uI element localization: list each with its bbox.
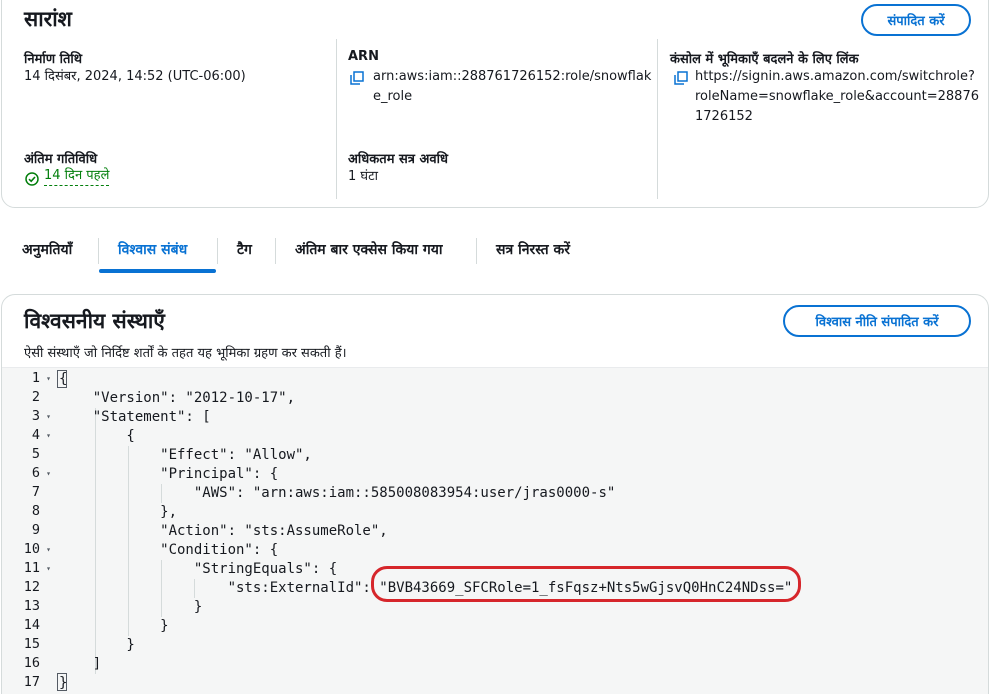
copy-icon[interactable]	[350, 71, 364, 85]
code-line: ]	[59, 656, 102, 672]
trusted-entities-description: ऐसी संस्थाएँ जो निर्दिष्ट शर्तों के तहत …	[24, 346, 347, 361]
line-number-text: 2	[31, 389, 40, 405]
tab-revoke-sessions[interactable]: सत्र निरस्त करें	[496, 240, 570, 259]
edit-trust-policy-button[interactable]: विश्वास नीति संपादित करें	[783, 305, 971, 337]
trusted-entities-card: विश्वसनीय संस्थाएँ विश्वास नीति संपादित …	[1, 294, 989, 694]
code-line: },	[59, 504, 178, 520]
max-session-value: 1 घंटा	[348, 169, 379, 184]
line-number-text: 15	[23, 636, 40, 652]
tab-last-accessed[interactable]: अंतिम बार एक्सेस किया गया	[295, 240, 442, 259]
fold-arrow-icon[interactable]: ▾	[46, 431, 51, 440]
line-number-text: 7	[31, 484, 40, 500]
code-line: "StringEquals": {	[59, 561, 338, 577]
line-number: 15	[2, 636, 54, 655]
line-number-text: 11	[23, 560, 40, 576]
code-line: "Effect": "Allow",	[59, 447, 312, 463]
arn-value-line1: arn:aws:iam::288761726152:role/snowflak	[373, 69, 652, 84]
line-number: 17	[2, 674, 54, 693]
line-number: 10 ▾	[2, 541, 54, 560]
tab-bar: अनुमतियाँ विश्वास संबंध टैग अंतिम बार एक…	[0, 230, 990, 274]
tab-divider	[217, 238, 218, 264]
code-line: {	[59, 428, 135, 444]
code-line: "Action": "sts:AssumeRole",	[59, 523, 388, 539]
summary-card: सारांश संपादित करें निर्माण तिथि 14 दिसं…	[1, 0, 989, 208]
line-number: 13	[2, 598, 54, 617]
switch-link-line2[interactable]: roleName=snowflake_role&account=28876	[695, 87, 979, 107]
code-line: {	[59, 371, 68, 387]
line-number: 16	[2, 655, 54, 674]
summary-title: सारांश	[24, 7, 72, 31]
active-tab-indicator	[99, 269, 216, 273]
creation-date-value: 14 दिसंबर, 2024, 14:52 (UTC-06:00)	[24, 69, 246, 84]
max-session-label: अधिकतम सत्र अवधि	[348, 152, 448, 167]
code-line: }	[59, 675, 68, 691]
line-number-text: 12	[23, 579, 40, 595]
fold-arrow-icon[interactable]: ▾	[46, 412, 51, 421]
switch-link-label: कंसोल में भूमिकाएँ बदलने के लिए लिंक	[670, 52, 859, 67]
line-number-text: 4	[31, 427, 40, 443]
creation-date-label: निर्माण तिथि	[24, 52, 83, 67]
switch-link-line3[interactable]: 1726152	[695, 107, 753, 127]
code-line: }	[59, 637, 135, 653]
line-number-text: 16	[23, 655, 40, 671]
line-number-text: 8	[31, 503, 40, 519]
fold-arrow-icon[interactable]: ▾	[46, 545, 51, 554]
code-line: }	[59, 599, 203, 615]
line-number-text: 14	[23, 617, 40, 633]
policy-code-editor[interactable]: 1 ▾ 2 3 ▾ 4 ▾ 5 6 ▾ 7 8 9 10 ▾ 11 ▾ 12 13 14 15 16 17 { "Versi…	[2, 367, 988, 694]
line-number-text: 5	[31, 446, 40, 462]
check-circle-icon	[25, 171, 39, 186]
external-id-highlight	[371, 566, 801, 602]
trusted-entities-title: विश्वसनीय संस्थाएँ	[24, 309, 165, 333]
fold-arrow-icon[interactable]: ▾	[46, 564, 51, 573]
arn-label: ARN	[348, 49, 379, 64]
code-line: "Principal": {	[59, 466, 279, 482]
tab-permissions[interactable]: अनुमतियाँ	[22, 240, 72, 259]
line-number-text: 1	[31, 370, 40, 386]
line-number: 2	[2, 389, 54, 408]
fold-arrow-icon[interactable]: ▾	[46, 374, 51, 383]
arn-value-line2: e_role	[373, 89, 413, 104]
line-number-text: 17	[23, 674, 40, 690]
tab-trust-relationships[interactable]: विश्वास संबंध	[118, 240, 187, 259]
copy-icon[interactable]	[674, 71, 688, 85]
line-number: 1 ▾	[2, 370, 54, 389]
fold-arrow-icon[interactable]: ▾	[46, 469, 51, 478]
line-number: 8	[2, 503, 54, 522]
line-number: 5	[2, 446, 54, 465]
code-line: "AWS": "arn:aws:iam::585008083954:user/j…	[59, 485, 616, 501]
code-line: "Condition": {	[59, 542, 279, 558]
tab-divider	[476, 238, 477, 264]
line-number: 11 ▾	[2, 560, 54, 579]
tab-divider	[275, 238, 276, 264]
switch-link-line1[interactable]: https://signin.aws.amazon.com/switchrole…	[695, 67, 975, 87]
tab-divider	[98, 238, 99, 264]
code-line: "Statement": [	[59, 409, 211, 425]
line-number: 3 ▾	[2, 408, 54, 427]
code-line: }	[59, 618, 169, 634]
last-activity-value: 14 दिन पहले	[44, 167, 110, 186]
tab-tags[interactable]: टैग	[237, 240, 252, 259]
line-number: 4 ▾	[2, 427, 54, 446]
line-number: 6 ▾	[2, 465, 54, 484]
last-activity-label: अंतिम गतिविधि	[24, 152, 98, 167]
line-number: 9	[2, 522, 54, 541]
line-number-text: 9	[31, 522, 40, 538]
code-line: "Version": "2012-10-17",	[59, 390, 296, 406]
line-number-gutter: 1 ▾ 2 3 ▾ 4 ▾ 5 6 ▾ 7 8 9 10 ▾ 11 ▾ 12 13 14 15 16 17	[2, 368, 54, 694]
line-number: 14	[2, 617, 54, 636]
line-number-text: 13	[23, 598, 40, 614]
column-divider	[657, 39, 658, 199]
edit-button[interactable]: संपादित करें	[861, 4, 971, 36]
line-number: 7	[2, 484, 54, 503]
line-number-text: 3	[31, 408, 40, 424]
column-divider	[336, 39, 337, 199]
line-number-text: 10	[23, 541, 40, 557]
line-number-text: 6	[31, 465, 40, 481]
line-number: 12	[2, 579, 54, 598]
